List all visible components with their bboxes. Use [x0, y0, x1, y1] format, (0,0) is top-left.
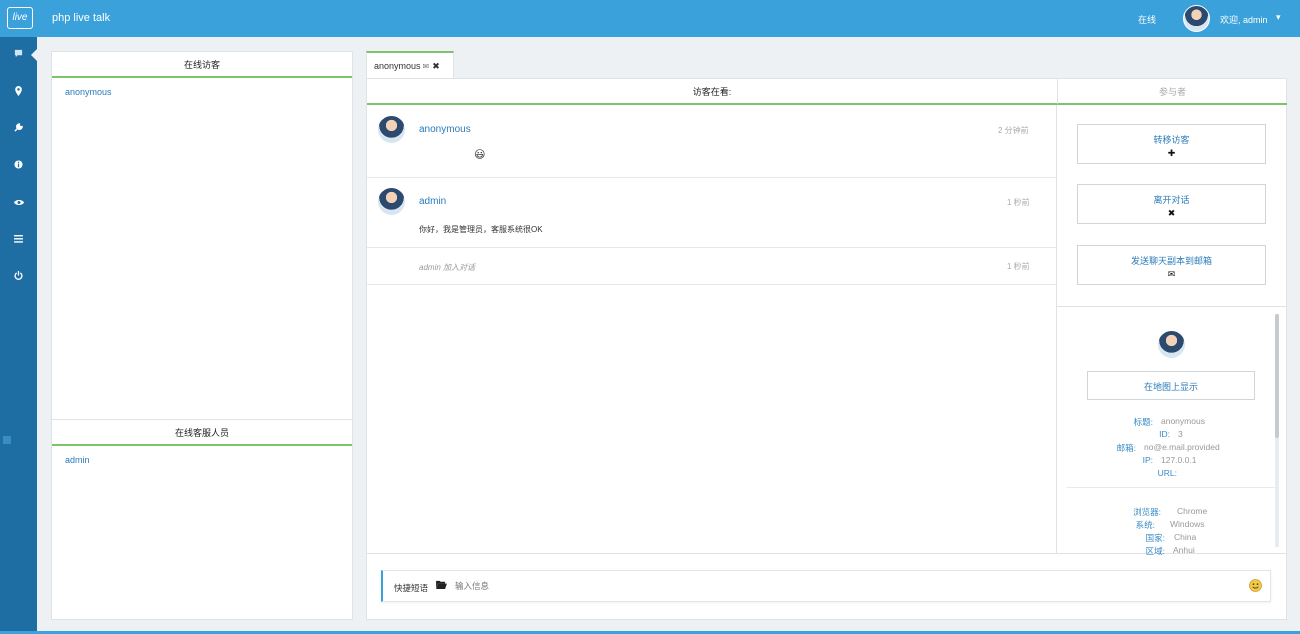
leave-chat-button[interactable]: 离开对话 ✖ [1077, 184, 1266, 224]
info-label: ID: [1159, 429, 1170, 439]
info-label: URL: [1157, 468, 1177, 478]
chat-tab[interactable]: anonymous ✉ ✖ [366, 51, 454, 79]
info-label: 浏览器: [1133, 507, 1161, 517]
online-staff-title: 在线客服人员 [52, 420, 352, 446]
info-value: China [1174, 532, 1197, 542]
info-value: Anhui [1173, 545, 1195, 555]
user-avatar[interactable] [1183, 5, 1210, 32]
leave-label: 离开对话 [1153, 195, 1190, 205]
info-label: IP: [1142, 455, 1153, 465]
info-value: anonymous [1161, 416, 1205, 426]
sidebar-marker [3, 436, 11, 444]
eye-icon[interactable] [12, 197, 25, 210]
column-divider [1056, 105, 1057, 553]
message-divider [367, 284, 1056, 285]
transfer-label: 转移访客 [1153, 135, 1190, 145]
message-time: 2 分钟前 [998, 126, 1029, 135]
info-value: 127.0.0.1 [1161, 455, 1197, 465]
message-author[interactable]: admin [419, 196, 446, 207]
top-bar: live php live talk 在线 欢迎, admin ▾ [0, 0, 1300, 37]
message-divider [367, 177, 1056, 178]
online-panel: 在线访客 anonymous 在线客服人员 admin [51, 51, 353, 620]
visitor-item[interactable]: anonymous [65, 87, 112, 97]
visitor-viewing-label: 访客在看: [367, 79, 1057, 105]
message-text: 😃 [474, 149, 486, 161]
message-input[interactable] [455, 578, 1235, 594]
url-divider [1067, 487, 1277, 488]
list-icon[interactable] [12, 234, 25, 247]
info-label: 区域: [1145, 546, 1165, 556]
chat-tab-label: anonymous [374, 61, 421, 71]
message-text: 你好，我是管理员，客服系统很OK [419, 225, 543, 234]
sidebar [0, 37, 37, 634]
info-label: 标题: [1133, 417, 1153, 427]
active-indicator [31, 49, 37, 61]
staff-item[interactable]: admin [65, 455, 90, 465]
welcome-user-menu[interactable]: 欢迎, admin [1220, 13, 1268, 26]
plus-icon: ✚ [1167, 148, 1176, 158]
chevron-down-icon[interactable]: ▾ [1276, 12, 1281, 23]
emoji-icon[interactable] [1249, 579, 1262, 594]
close-icon[interactable]: ✖ [432, 61, 440, 71]
system-message: admin 加入对话 [419, 263, 476, 272]
transfer-visitor-button[interactable]: 转移访客 ✚ [1077, 124, 1266, 164]
participants-label: 参与者 [1057, 79, 1287, 105]
info-icon[interactable] [12, 160, 25, 173]
map-marker-icon[interactable] [12, 86, 25, 99]
show-on-map-button[interactable]: 在地图上显示 [1087, 371, 1255, 400]
close-icon: ✖ [1167, 208, 1176, 218]
mail-icon: ✉ [422, 62, 430, 71]
info-label: 国家: [1145, 533, 1165, 543]
scrollbar-thumb[interactable] [1275, 314, 1279, 438]
online-visitors-title: 在线访客 [52, 52, 352, 78]
message-divider [367, 247, 1056, 248]
system-message-time: 1 秒前 [1007, 262, 1030, 271]
message-avatar [378, 188, 405, 215]
message-avatar [378, 116, 405, 143]
visitor-avatar [1158, 331, 1185, 358]
message-author[interactable]: anonymous [419, 124, 471, 135]
folder-open-icon[interactable] [436, 580, 447, 591]
power-icon[interactable] [12, 271, 25, 284]
send-transcript-label: 发送聊天副本到邮箱 [1130, 256, 1212, 266]
chat-icon[interactable] [12, 49, 25, 62]
info-value: Chrome [1177, 506, 1208, 516]
send-transcript-button[interactable]: 发送聊天副本到邮箱 ✉ [1077, 245, 1266, 285]
info-label: 系统: [1135, 520, 1155, 530]
quick-reply-label[interactable]: 快捷短语 [394, 582, 428, 594]
message-time: 1 秒前 [1007, 198, 1030, 207]
wrench-icon[interactable] [12, 123, 25, 136]
info-value: 3 [1178, 429, 1183, 439]
message-input-bar: 快捷短语 [381, 570, 1271, 602]
app-title[interactable]: php live talk [52, 12, 110, 24]
info-value: Windows [1170, 519, 1205, 529]
info-label: 邮箱: [1116, 443, 1136, 453]
info-divider [1057, 306, 1286, 307]
info-value: no@e.mail.provided [1144, 442, 1220, 452]
online-status[interactable]: 在线 [1138, 13, 1156, 26]
app-logo[interactable]: live [7, 7, 33, 29]
envelope-icon: ✉ [1167, 269, 1176, 279]
info-scrollbar[interactable] [1275, 314, 1279, 547]
